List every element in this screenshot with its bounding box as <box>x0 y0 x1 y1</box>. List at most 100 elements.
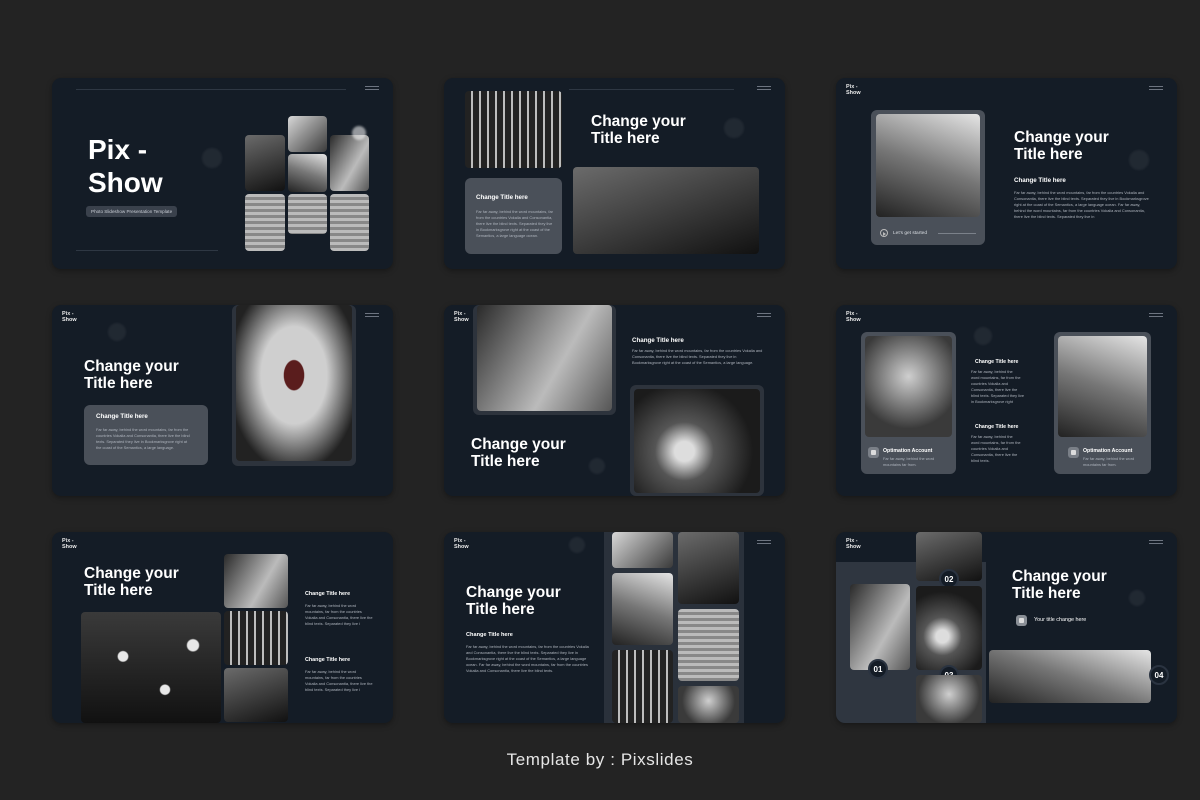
menu-icon <box>1149 540 1163 545</box>
slide-title-line1: Change your <box>471 436 566 453</box>
glass-building-photo <box>224 611 288 665</box>
wave-photo <box>634 389 760 493</box>
bottom-rule <box>76 250 218 251</box>
brand-logo: Pix - Show <box>62 311 77 323</box>
section-text: Far far away, behind the word mountains,… <box>971 434 1021 463</box>
dune-photo <box>678 609 739 681</box>
slide-9[interactable]: Pix - Show 01 02 03 Change your Title he… <box>836 532 1177 723</box>
mosaic-tile <box>288 154 327 192</box>
slide-2[interactable]: Change your Title here Change Title here… <box>444 78 785 269</box>
decor-blob <box>1129 150 1149 170</box>
slide-1-cover[interactable]: Pix - Show Photo Slideshow Presentation … <box>52 78 393 269</box>
cover-subtitle: Photo Slideshow Presentation Template <box>86 206 178 217</box>
cover-title-line1: Pix - <box>88 134 148 165</box>
decor-blob <box>1129 590 1145 606</box>
account-icon <box>868 447 879 458</box>
menu-icon <box>757 313 771 318</box>
card-text: Far far away, behind the word mountains,… <box>476 209 553 238</box>
section-text: Far far away, behind the word mountains,… <box>305 603 373 626</box>
slide-title-line1: Change your <box>1012 568 1107 585</box>
get-started-button[interactable]: Let's get started <box>880 229 927 237</box>
lips-portrait-photo <box>236 305 352 461</box>
mosaic-tile <box>245 194 285 251</box>
section-heading: Change Title here <box>975 424 1019 430</box>
number-badge: 04 <box>1149 665 1169 685</box>
section-text: Far far away, behind the word mountains,… <box>632 348 763 365</box>
slide-title-line2: Title here <box>84 375 153 392</box>
title-link[interactable]: Your title change here <box>1034 617 1086 623</box>
mosaic-tile <box>288 116 327 152</box>
balloon-photo <box>612 573 673 645</box>
building-photo <box>876 114 980 217</box>
card-text: Far far away, behind the word mountains,… <box>96 427 190 450</box>
decor-blob <box>108 323 126 341</box>
slide-3[interactable]: Pix - Show Let's get started Change your… <box>836 78 1177 269</box>
slide-5[interactable]: Pix - Show Change Title here Far far awa… <box>444 305 785 496</box>
brand-logo: Pix - Show <box>846 538 861 550</box>
section-heading: Change Title here <box>632 337 684 344</box>
mosaic-tile <box>330 135 369 191</box>
decor-blob <box>589 458 605 474</box>
section-heading: Change Title here <box>1014 177 1066 184</box>
mosaic-tile <box>288 194 327 234</box>
slide-4[interactable]: Pix - Show Change your Title here Change… <box>52 305 393 496</box>
template-preview-stage: Pix - Show Photo Slideshow Presentation … <box>0 0 1200 800</box>
slide-title-line1: Change your <box>591 113 686 130</box>
laptop-photo <box>612 532 673 568</box>
slide-title-line2: Title here <box>1014 146 1083 163</box>
cover-title-line2: Show <box>88 167 163 198</box>
plant-photo <box>1058 336 1147 437</box>
section-heading: Change Title here <box>305 591 351 597</box>
menu-icon <box>757 86 771 91</box>
flowers-photo <box>81 612 221 723</box>
slide-title-line1: Change your <box>1014 129 1109 146</box>
section-text: Far far away, behind the word mountains,… <box>305 669 373 692</box>
section-text: Far far away, behind the word mountains,… <box>466 644 589 673</box>
columns-photo <box>465 91 562 168</box>
chairs-photo <box>989 650 1151 703</box>
section-heading: Change Title here <box>975 359 1019 365</box>
slide-title-line1: Change your <box>84 565 179 582</box>
slide-title-line2: Title here <box>466 601 535 618</box>
slide-title-line2: Title here <box>84 582 153 599</box>
camera-photo <box>865 336 952 437</box>
rss-icon <box>1016 615 1027 626</box>
decor-blob <box>569 537 585 553</box>
decor-blob <box>974 327 992 345</box>
card-heading: Change Title here <box>476 194 528 201</box>
decor-blob <box>202 148 222 168</box>
button-rule <box>938 233 976 234</box>
section-text: Far far away, behind the word mountains,… <box>1014 190 1149 219</box>
section-heading: Change Title here <box>305 657 351 663</box>
menu-icon <box>1149 86 1163 91</box>
section-text: Far far away, behind the word mountains,… <box>971 369 1024 404</box>
structure-photo <box>573 167 759 254</box>
decor-blob <box>724 118 744 138</box>
decor-dot <box>352 126 366 140</box>
card-text: Far far away, behind the word mountains … <box>1083 456 1135 467</box>
steel-photo <box>612 650 673 723</box>
menu-icon <box>757 540 771 545</box>
slide-6[interactable]: Pix - Show Optimation Account Far far aw… <box>836 305 1177 496</box>
slide-8[interactable]: Pix - Show Change your Title here Change… <box>444 532 785 723</box>
number-badge: 01 <box>868 659 888 679</box>
tree-photo <box>224 668 288 722</box>
building-photo <box>477 305 612 411</box>
card-text: Far far away, behind the word mountains … <box>883 456 935 467</box>
slide-title-line2: Title here <box>591 130 660 147</box>
card-heading: Change Title here <box>96 413 148 420</box>
tower-photo <box>224 554 288 608</box>
play-icon <box>880 229 888 237</box>
top-rule <box>569 89 734 90</box>
brand-logo: Pix - Show <box>846 311 861 323</box>
brand-logo: Pix - Show <box>846 84 861 96</box>
card-title: Optimation Account <box>883 448 933 454</box>
menu-icon <box>1149 313 1163 318</box>
menu-icon <box>365 313 379 318</box>
mosaic-tile <box>245 135 285 191</box>
slide-7[interactable]: Pix - Show Change your Title here Change… <box>52 532 393 723</box>
slide-title-line1: Change your <box>466 584 561 601</box>
stairs-photo <box>678 532 739 604</box>
section-heading: Change Title here <box>466 632 513 638</box>
mosaic-tile <box>330 194 369 251</box>
